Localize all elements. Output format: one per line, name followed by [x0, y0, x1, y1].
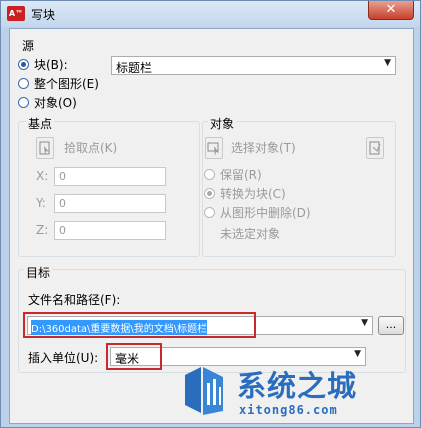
select-objects-icon	[207, 142, 219, 156]
chevron-down-icon: ▼	[361, 318, 368, 328]
watermark-title: 系统之城	[237, 369, 358, 403]
convert-to-block-label: 转换为块(C)	[220, 187, 286, 201]
chevron-down-icon: ▼	[384, 58, 391, 68]
units-highlight-box	[106, 343, 162, 370]
source-block-radio[interactable]	[18, 59, 29, 70]
block-name-combo[interactable]: 标题栏 ▼	[111, 56, 396, 75]
target-group-label: 目标	[24, 264, 53, 281]
watermark-subtitle: xitong86.com	[239, 403, 338, 417]
x-label: X:	[36, 169, 49, 183]
watermark-logo	[185, 367, 223, 415]
chevron-down-icon: ▼	[354, 349, 361, 359]
z-label: Z:	[36, 223, 49, 237]
y-value: 0	[59, 197, 66, 210]
autocad-app-icon: A™	[7, 6, 25, 21]
close-button[interactable]: ✕	[368, 1, 414, 20]
y-label: Y:	[36, 196, 46, 210]
delete-from-drawing-label: 从图形中删除(D)	[220, 206, 311, 220]
x-value: 0	[59, 170, 66, 183]
source-block-label: 块(B):	[34, 58, 68, 72]
window-title: 写块	[31, 8, 56, 22]
block-name-value: 标题栏	[116, 61, 153, 75]
path-highlight-box	[23, 312, 256, 338]
pick-point-icon	[39, 141, 50, 155]
source-entire-drawing-radio[interactable]	[18, 78, 29, 89]
source-group-label: 源	[22, 39, 35, 53]
quick-select-button[interactable]	[366, 137, 384, 159]
select-objects-button[interactable]	[205, 137, 223, 159]
retain-radio[interactable]	[204, 169, 215, 180]
write-block-dialog: A™ 写块 ✕ 源 块(B): 整个图形(E) 对象(O) 标题栏 ▼ 基点 拾…	[0, 0, 421, 428]
select-objects-label: 选择对象(T)	[231, 141, 296, 155]
path-label: 文件名和路径(F):	[28, 293, 121, 307]
delete-from-drawing-radio[interactable]	[204, 207, 215, 218]
source-entire-drawing-label: 整个图形(E)	[34, 77, 99, 91]
browse-button[interactable]: ...	[378, 316, 404, 335]
z-value: 0	[59, 224, 66, 237]
z-coordinate-input[interactable]: 0	[54, 221, 166, 240]
units-label: 插入单位(U):	[28, 351, 99, 365]
objects-group-label: 对象	[208, 115, 237, 132]
source-objects-label: 对象(O)	[34, 96, 77, 110]
quick-select-icon	[369, 141, 381, 155]
retain-label: 保留(R)	[220, 168, 262, 182]
pick-point-button[interactable]	[36, 137, 54, 159]
title-bar: A™ 写块 ✕	[1, 1, 420, 27]
pick-point-label: 拾取点(K)	[64, 141, 118, 155]
y-coordinate-input[interactable]: 0	[54, 194, 166, 213]
no-objects-selected-status: 未选定对象	[220, 227, 281, 241]
source-objects-radio[interactable]	[18, 97, 29, 108]
base-point-group-label: 基点	[26, 115, 55, 132]
convert-to-block-radio[interactable]	[204, 188, 215, 199]
x-coordinate-input[interactable]: 0	[54, 167, 166, 186]
